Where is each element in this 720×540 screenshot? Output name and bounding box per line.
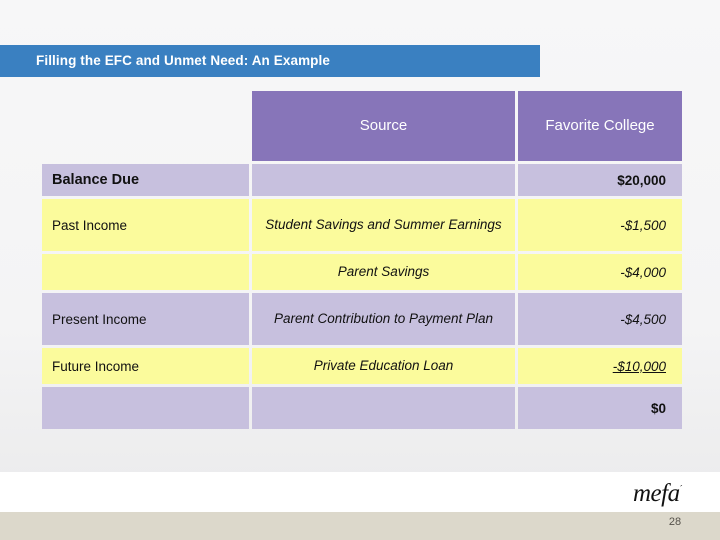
- table-row: Parent Savings -$4,000: [42, 254, 682, 290]
- row-source-balance-due: [252, 164, 515, 196]
- header-cell-college: Favorite College: [518, 91, 682, 161]
- page-number: 28: [668, 516, 682, 528]
- table-row: $0: [42, 387, 682, 429]
- page-title: Filling the EFC and Unmet Need: An Examp…: [36, 53, 330, 68]
- footer-bar: [0, 512, 720, 540]
- row-label-total: [42, 387, 249, 429]
- row-amount-parent-savings: -$4,000: [518, 254, 682, 290]
- header-cell-source: Source: [252, 91, 515, 161]
- table-header-row: Source Favorite College: [42, 91, 682, 161]
- header-cell-blank: [42, 91, 249, 161]
- slide-title-bar: Filling the EFC and Unmet Need: An Examp…: [0, 45, 540, 77]
- mefa-logo-text: mefa: [633, 480, 680, 507]
- table-row: Balance Due $20,000: [42, 164, 682, 196]
- row-amount-total: $0: [518, 387, 682, 429]
- row-source-parent-savings: Parent Savings: [252, 254, 515, 290]
- row-label-balance-due: Balance Due: [42, 164, 249, 196]
- row-source-present-income: Parent Contribution to Payment Plan: [252, 293, 515, 345]
- row-amount-past-income: -$1,500: [518, 199, 682, 251]
- efc-unmet-need-table: Source Favorite College Balance Due $20,…: [39, 88, 685, 432]
- row-label-past-income: Past Income: [42, 199, 249, 251]
- row-label-parent-savings: [42, 254, 249, 290]
- slide-canvas: Filling the EFC and Unmet Need: An Examp…: [0, 0, 720, 540]
- mefa-logo: mefa´: [633, 480, 683, 507]
- row-source-past-income: Student Savings and Summer Earnings: [252, 199, 515, 251]
- row-amount-balance-due: $20,000: [518, 164, 682, 196]
- row-label-present-income: Present Income: [42, 293, 249, 345]
- example-table: Source Favorite College Balance Due $20,…: [39, 88, 682, 432]
- row-source-total: [252, 387, 515, 429]
- table-row: Future Income Private Education Loan -$1…: [42, 348, 682, 384]
- row-source-future-income: Private Education Loan: [252, 348, 515, 384]
- mefa-logo-mark: ´: [679, 483, 683, 494]
- table-row: Past Income Student Savings and Summer E…: [42, 199, 682, 251]
- row-amount-future-income: -$10,000: [518, 348, 682, 384]
- row-amount-present-income: -$4,500: [518, 293, 682, 345]
- white-band: [0, 472, 720, 512]
- row-label-future-income: Future Income: [42, 348, 249, 384]
- table-row: Present Income Parent Contribution to Pa…: [42, 293, 682, 345]
